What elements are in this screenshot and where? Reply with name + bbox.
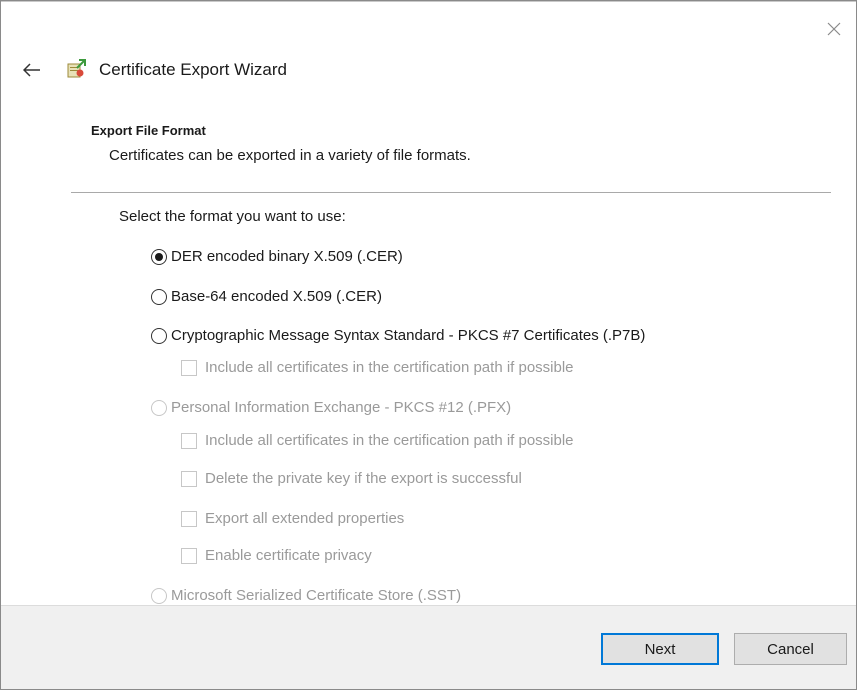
pfx-include-all-checkbox[interactable]	[181, 432, 197, 449]
header-divider	[71, 192, 831, 193]
pfx-privacy-label: Enable certificate privacy	[205, 547, 372, 564]
window-top-border	[1, 1, 856, 2]
wizard-title: Certificate Export Wizard	[99, 60, 287, 79]
pfx-delete-key-option[interactable]: Delete the private key if the export is …	[181, 470, 522, 487]
pfx-include-all-option[interactable]: Include all certificates in the certific…	[181, 432, 574, 449]
pkcs7-include-all-label: Include all certificates in the certific…	[205, 359, 574, 376]
radio-der-option[interactable]: DER encoded binary X.509 (.CER)	[151, 248, 403, 265]
section-title: Export File Format	[91, 123, 206, 138]
cancel-button[interactable]: Cancel	[734, 633, 847, 665]
radio-sst-label: Microsoft Serialized Certificate Store (…	[171, 587, 462, 604]
radio-der[interactable]	[151, 248, 167, 265]
format-prompt: Select the format you want to use:	[119, 208, 346, 225]
export-wizard-window: Certificate Export Wizard Export File Fo…	[0, 0, 857, 690]
wizard-footer: Next Cancel	[1, 605, 856, 689]
pfx-export-props-option[interactable]: Export all extended properties	[181, 510, 404, 527]
pfx-privacy-checkbox[interactable]	[181, 547, 197, 564]
next-button[interactable]: Next	[601, 633, 719, 665]
pfx-delete-key-checkbox[interactable]	[181, 470, 197, 487]
radio-sst[interactable]	[151, 587, 167, 604]
radio-base64-label: Base-64 encoded X.509 (.CER)	[171, 288, 382, 305]
radio-pkcs7-option[interactable]: Cryptographic Message Syntax Standard - …	[151, 327, 645, 344]
close-icon	[827, 22, 841, 36]
pfx-export-props-checkbox[interactable]	[181, 510, 197, 527]
radio-der-label: DER encoded binary X.509 (.CER)	[171, 248, 403, 265]
back-button[interactable]	[19, 57, 45, 83]
section-subtitle: Certificates can be exported in a variet…	[109, 147, 471, 164]
certificate-wizard-icon	[67, 59, 86, 78]
radio-pkcs7-label: Cryptographic Message Syntax Standard - …	[171, 327, 646, 344]
pkcs7-include-all-checkbox[interactable]	[181, 359, 197, 376]
pfx-export-props-label: Export all extended properties	[205, 510, 405, 527]
radio-pfx[interactable]	[151, 399, 167, 416]
radio-pfx-label: Personal Information Exchange - PKCS #12…	[171, 399, 512, 416]
pfx-privacy-option[interactable]: Enable certificate privacy	[181, 547, 372, 564]
radio-pfx-option[interactable]: Personal Information Exchange - PKCS #12…	[151, 399, 511, 416]
pkcs7-include-all-option[interactable]: Include all certificates in the certific…	[181, 359, 574, 376]
pfx-include-all-label: Include all certificates in the certific…	[205, 432, 574, 449]
pfx-delete-key-label: Delete the private key if the export is …	[205, 470, 522, 487]
back-arrow-icon	[23, 63, 40, 77]
radio-base64[interactable]	[151, 288, 167, 305]
radio-pkcs7[interactable]	[151, 327, 167, 344]
radio-sst-option[interactable]: Microsoft Serialized Certificate Store (…	[151, 587, 461, 604]
radio-base64-option[interactable]: Base-64 encoded X.509 (.CER)	[151, 288, 382, 305]
close-button[interactable]	[820, 15, 848, 43]
